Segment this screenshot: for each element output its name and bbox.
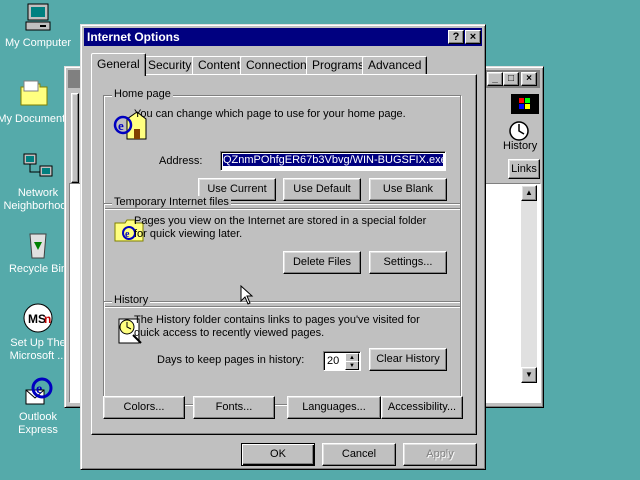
tab-security[interactable]: Security [142,56,198,75]
desktop-icon-label: My Computer [4,37,72,49]
history-description: The History folder contains links to pag… [134,314,420,339]
address-value: QZnmPOhfgER67b3Vbvg/WIN-BUGSFIX.exe [223,154,443,166]
my-computer-icon [22,2,54,34]
colors-button[interactable]: Colors... [103,396,185,419]
svg-text:e: e [118,118,124,133]
tab-general[interactable]: General [91,53,146,76]
address-label: Address: [159,155,203,167]
use-blank-button[interactable]: Use Blank [369,178,447,201]
dialog-title: Internet Options [87,30,180,44]
toolbar-grip [71,93,79,183]
use-default-button[interactable]: Use Default [283,178,361,201]
days-to-keep-label: Days to keep pages in history: [157,354,305,366]
recycle-bin-icon [22,228,54,260]
history-icon[interactable] [508,120,530,142]
stepper-down-icon[interactable]: ▼ [345,361,359,370]
apply-label: Apply [426,448,454,460]
history-label[interactable]: History [503,140,537,152]
mouse-pointer-icon [240,284,254,305]
group-title: History [112,294,151,306]
delete-files-button[interactable]: Delete Files [283,251,361,274]
help-button[interactable]: ? [448,30,464,44]
group-title: Temporary Internet files [112,196,231,208]
address-input[interactable]: QZnmPOhfgER67b3Vbvg/WIN-BUGSFIX.exe [220,151,446,171]
maximize-button[interactable]: □ [503,72,519,86]
msn-icon: MS n [22,302,54,334]
scroll-up-arrow-icon[interactable]: ▲ [521,185,537,201]
days-value: 20 [327,355,340,367]
group-title: Home page [112,88,173,100]
accessibility-button[interactable]: Accessibility... [381,396,463,419]
settings-button[interactable]: Settings... [369,251,447,274]
desktop-icon-label: Outlook Express [18,411,58,436]
dialog-titlebar[interactable]: Internet Options ? × [84,28,482,46]
links-button[interactable]: Links [508,159,540,179]
home-page-description: You can change which page to use for you… [134,108,406,120]
temp-files-description: Pages you view on the Internet are store… [134,215,427,240]
desktop-icon-my-computer[interactable]: My Computer [0,2,76,50]
fonts-button[interactable]: Fonts... [193,396,275,419]
tab-content[interactable]: Content [192,56,247,75]
desktop-icon-label: My Documents [0,113,71,125]
close-button[interactable]: × [465,30,481,44]
windows-logo-icon [511,94,539,114]
internet-options-dialog[interactable]: Internet Options ? × General Security Co… [80,24,486,470]
svg-text:n: n [44,312,51,326]
svg-text:e: e [36,382,42,397]
outlook-express-icon: e [22,376,54,408]
desktop-icon-my-documents[interactable]: My Documents [0,78,72,126]
vertical-scrollbar[interactable]: ▲ ▼ [521,185,537,383]
clear-history-button[interactable]: Clear History [369,348,447,371]
minimize-button[interactable]: _ [487,72,503,86]
scroll-down-arrow-icon[interactable]: ▼ [521,367,537,383]
folder-icon [18,78,50,110]
days-to-keep-stepper[interactable]: 20 ▲ ▼ [323,351,361,371]
network-icon [22,152,54,184]
svg-text:e: e [125,229,130,240]
cancel-button[interactable]: Cancel [322,443,396,466]
languages-button[interactable]: Languages... [287,396,381,419]
tab-programs[interactable]: Programs [306,56,371,75]
apply-button[interactable]: Apply [403,443,477,466]
ok-button[interactable]: OK [241,443,315,466]
tab-connection[interactable]: Connection [240,56,313,75]
close-button[interactable]: × [521,72,537,86]
tab-advanced[interactable]: Advanced [362,56,428,75]
